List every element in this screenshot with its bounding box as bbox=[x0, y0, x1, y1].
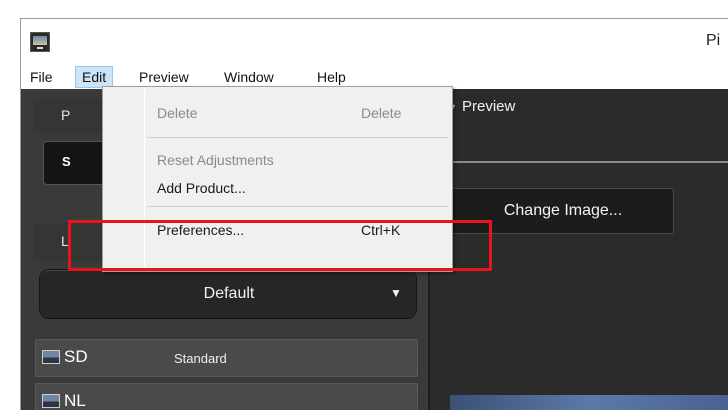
highlight-annotation-box bbox=[68, 220, 492, 271]
menu-separator bbox=[147, 137, 448, 138]
dropdown-label: Default bbox=[203, 285, 255, 302]
triangle-down-icon: ▼ bbox=[390, 286, 402, 300]
menu-edit[interactable]: Edit bbox=[75, 66, 114, 88]
picture-control-dropdown[interactable]: Default ▼ bbox=[39, 269, 417, 319]
change-image-button-label: Change Image... bbox=[503, 202, 623, 219]
preview-divider bbox=[432, 161, 728, 163]
menu-item-label: Delete bbox=[157, 105, 198, 121]
menu-preview[interactable]: Preview bbox=[133, 66, 195, 88]
menu-item-delete[interactable]: Delete Delete bbox=[105, 100, 450, 126]
app-icon[interactable] bbox=[30, 32, 50, 52]
menu-separator bbox=[147, 206, 448, 207]
window-title: Pi bbox=[706, 32, 721, 49]
preview-image bbox=[450, 395, 728, 410]
menu-file[interactable]: File bbox=[24, 66, 59, 88]
picture-control-code: NL bbox=[64, 391, 86, 410]
picture-control-item-neutral[interactable]: NL bbox=[35, 383, 418, 410]
menu-item-add-product[interactable]: Add Product... bbox=[105, 175, 450, 201]
menu-item-label: Reset Adjustments bbox=[157, 152, 274, 168]
selection-box-label: S bbox=[62, 154, 71, 169]
menu-window[interactable]: Window bbox=[218, 66, 280, 88]
menu-help[interactable]: Help bbox=[311, 66, 352, 88]
menu-item-reset-adjustments[interactable]: Reset Adjustments bbox=[105, 147, 450, 173]
title-bar: Pi bbox=[21, 19, 728, 64]
application-window: Pi File Edit Preview Window Help P S L D… bbox=[20, 18, 728, 410]
picture-control-icon bbox=[42, 394, 60, 408]
picture-control-icon bbox=[42, 350, 60, 364]
menu-item-label: Add Product... bbox=[157, 180, 246, 196]
picture-control-item-standard[interactable]: SD Standard bbox=[35, 339, 418, 377]
preview-title: Preview bbox=[462, 98, 516, 115]
menu-item-shortcut: Delete bbox=[361, 105, 402, 121]
preview-header[interactable]: ▼ Preview bbox=[432, 89, 728, 129]
panel-header-p-label: P bbox=[61, 107, 71, 123]
picture-control-name: Standard bbox=[174, 351, 227, 366]
picture-control-code: SD bbox=[64, 347, 88, 366]
picture-control-list: SD Standard NL bbox=[35, 339, 418, 410]
